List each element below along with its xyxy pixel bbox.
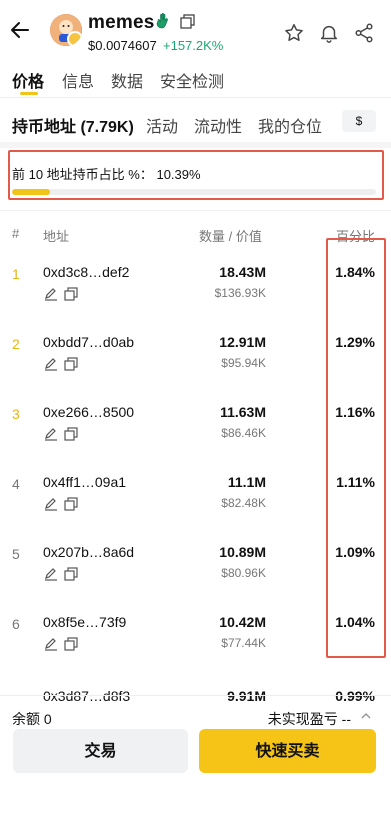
holder-value: $82.48K (221, 496, 266, 510)
token-avatar (50, 14, 82, 46)
holder-value: $86.46K (221, 426, 266, 440)
unrealized-pnl-label[interactable]: 未实现盈亏 -- (268, 709, 351, 729)
row-actions (43, 426, 79, 447)
tab-info[interactable]: 信息 (62, 68, 94, 92)
holder-amount: 11.63M (220, 404, 266, 420)
main-tabs: 价格 信息 数据 安全检测 (0, 64, 391, 94)
copy-icon[interactable] (63, 566, 79, 587)
edit-pencil-icon[interactable] (43, 286, 59, 307)
copy-icon[interactable] (63, 496, 79, 517)
balance-label: 余额 0 (12, 711, 52, 727)
divider (0, 210, 391, 211)
holder-rank: 1 (12, 266, 20, 282)
holder-value: $95.94K (221, 356, 266, 370)
copy-icon[interactable] (180, 14, 195, 34)
quick-trade-button[interactable]: 快速买卖 (199, 729, 376, 773)
chain-badge-icon (67, 31, 82, 46)
holder-rank: 2 (12, 336, 20, 352)
edit-pencil-icon[interactable] (43, 636, 59, 657)
holder-address[interactable]: 0x207b…8a6d (43, 544, 134, 560)
column-rank-header: # (12, 226, 20, 241)
row-actions (43, 636, 79, 657)
subtab-my-position[interactable]: 我的仓位 (258, 113, 322, 137)
row-actions (43, 566, 79, 587)
percent-highlight-box (326, 238, 386, 658)
holder-address[interactable]: 0xbdd7…d0ab (43, 334, 134, 350)
share-icon[interactable] (353, 22, 375, 49)
verified-hand-icon (155, 12, 171, 35)
divider (0, 97, 391, 98)
holder-amount: 12.91M (219, 334, 266, 350)
top10-progress-bar (12, 189, 376, 195)
divider (0, 695, 391, 696)
holder-address[interactable]: 0xe266…8500 (43, 404, 134, 420)
column-address-header: 地址 (43, 229, 70, 244)
chevron-up-icon[interactable] (359, 709, 373, 726)
holder-address[interactable]: 0xd3c8…def2 (43, 264, 129, 280)
tab-price[interactable]: 价格 (12, 68, 44, 92)
holder-address[interactable]: 0x4ff1…09a1 (43, 474, 126, 490)
back-arrow-icon[interactable] (8, 18, 32, 42)
copy-icon[interactable] (63, 636, 79, 657)
tab-data[interactable]: 数据 (111, 68, 143, 92)
subtab-holders[interactable]: 持币地址 (7.79K) (12, 113, 134, 137)
alert-bell-icon[interactable] (318, 22, 340, 49)
section-divider (0, 142, 391, 148)
copy-icon[interactable] (63, 356, 79, 377)
holder-rank: 5 (12, 546, 20, 562)
holder-value: $80.96K (221, 566, 266, 580)
favorite-star-icon[interactable] (283, 22, 305, 49)
token-price: $0.0074607 (88, 38, 157, 53)
table-row-partial: 0x3d87…d8f3 9.91M 0.99% (0, 684, 391, 702)
edit-pencil-icon[interactable] (43, 496, 59, 517)
trade-button[interactable]: 交易 (13, 729, 188, 773)
price-change: +157.2K% (163, 38, 224, 53)
top10-progress-fill (12, 189, 50, 195)
row-actions (43, 286, 79, 307)
holder-rank: 6 (12, 616, 20, 632)
edit-pencil-icon[interactable] (43, 426, 59, 447)
subtab-liquidity[interactable]: 流动性 (194, 113, 242, 137)
currency-toggle[interactable]: $ (342, 110, 376, 132)
subtab-activity[interactable]: 活动 (146, 113, 178, 137)
edit-pencil-icon[interactable] (43, 356, 59, 377)
holder-rank: 3 (12, 406, 20, 422)
token-name: memes (88, 12, 155, 33)
active-tab-indicator (20, 92, 38, 95)
holder-amount: 11.1M (227, 474, 266, 490)
holder-amount: 10.89M (219, 544, 266, 560)
holder-rank: 4 (12, 476, 20, 492)
copy-icon[interactable] (63, 286, 79, 307)
row-actions (43, 356, 79, 377)
row-actions (43, 496, 79, 517)
holder-address[interactable]: 0x8f5e…73f9 (43, 614, 126, 630)
edit-pencil-icon[interactable] (43, 566, 59, 587)
top10-ratio-label: 前 10 地址持币占比 %： 10.39% (12, 167, 201, 182)
holder-value: $136.93K (214, 286, 266, 300)
holder-amount: 10.42M (219, 614, 266, 630)
holder-amount: 18.43M (219, 264, 266, 280)
tab-security-check[interactable]: 安全检测 (160, 68, 224, 92)
header: memes $0.0074607 +157.2K% (0, 0, 391, 64)
copy-icon[interactable] (63, 426, 79, 447)
column-amount-value-header[interactable]: 数量 / 价值 (199, 226, 262, 245)
holder-value: $77.44K (221, 636, 266, 650)
